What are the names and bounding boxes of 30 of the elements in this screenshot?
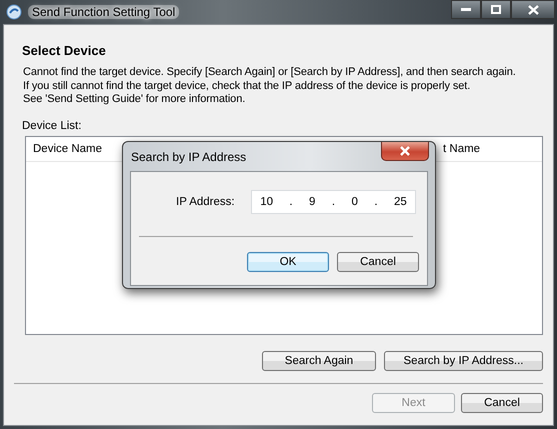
search-ip-button[interactable]: Search by IP Address... [384, 350, 543, 370]
search-again-button[interactable]: Search Again [262, 350, 376, 370]
ip-separator: . [332, 196, 336, 208]
ip-octet[interactable]: 25 [394, 196, 407, 208]
close-button[interactable] [511, 0, 555, 19]
ip-octet[interactable]: 0 [352, 196, 358, 208]
ok-button[interactable]: OK [247, 252, 329, 272]
app-icon [6, 4, 22, 20]
close-icon [528, 4, 538, 14]
instruction-text: If you still cannot find the target device, check that the IP address of the device is properly set. [23, 80, 472, 93]
close-icon [399, 146, 411, 156]
cancel-button[interactable]: Cancel [461, 392, 543, 412]
ip-address-field[interactable]: 10 . 9 . 0 . 25 [251, 190, 416, 214]
instruction-text: Cannot find the target device. Specify [Search Again] or [Search by IP Address], and then search again. [23, 66, 517, 80]
ip-separator: . [374, 196, 378, 208]
minimize-icon [461, 8, 471, 12]
ip-separator: . [289, 196, 293, 208]
instruction-text: See 'Send Setting Guide' for more information. [23, 93, 246, 106]
dialog-title: Search by IP Address [131, 150, 246, 164]
section-heading: Select Device [22, 43, 107, 58]
minimize-button[interactable] [451, 0, 481, 19]
ip-octet[interactable]: 10 [260, 196, 273, 208]
cancel-button[interactable]: Cancel [337, 252, 419, 272]
close-button[interactable] [381, 142, 429, 161]
list-label: Device List: [22, 120, 82, 132]
maximize-button[interactable] [481, 0, 511, 19]
ip-octet[interactable]: 9 [309, 196, 316, 208]
maximize-icon [491, 5, 501, 14]
field-label: IP Address: [176, 196, 236, 208]
column-header[interactable]: t Name [436, 142, 542, 154]
